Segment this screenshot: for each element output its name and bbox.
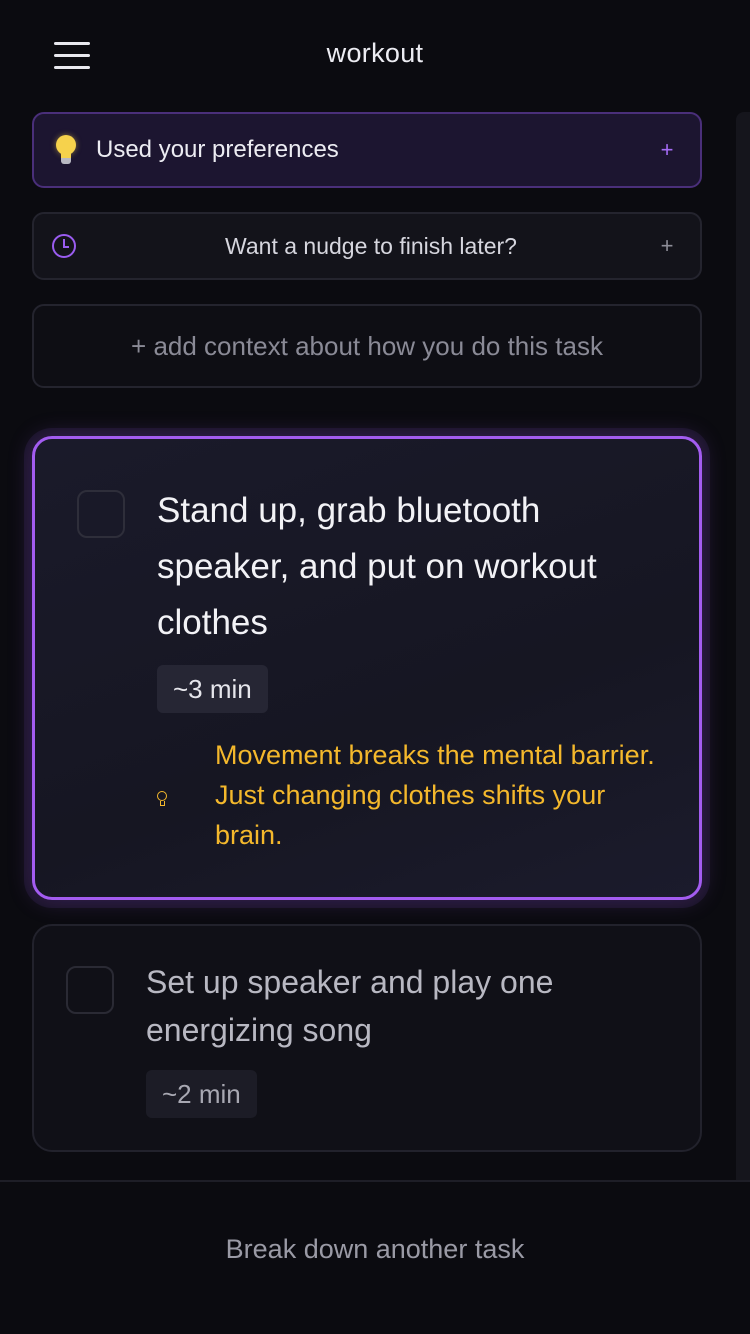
task-card-active[interactable]: Stand up, grab bluetooth speaker, and pu… — [32, 436, 702, 900]
break-down-another-task-button[interactable]: Break down another task — [0, 1234, 750, 1265]
scrollbar[interactable] — [736, 112, 750, 1180]
app-screen: workout Used your preferences + Want a n… — [0, 0, 750, 1334]
task-card[interactable]: Set up speaker and play one energizing s… — [32, 924, 702, 1152]
time-estimate-badge: ~2 min — [146, 1070, 257, 1118]
time-estimate-badge: ~3 min — [157, 665, 268, 713]
clock-icon — [52, 234, 76, 258]
lightbulb-outline-icon — [155, 791, 169, 809]
page-title: workout — [326, 38, 424, 68]
nudge-expand-button[interactable]: + — [656, 233, 678, 259]
task-tip: Movement breaks the mental barrier. Just… — [215, 740, 655, 850]
nudge-label: Want a nudge to finish later? — [225, 232, 517, 259]
preferences-banner[interactable]: Used your preferences + — [32, 112, 702, 188]
task-text: Set up speaker and play one energizing s… — [146, 964, 554, 1048]
lightbulb-icon — [54, 135, 78, 165]
task-checkbox[interactable] — [77, 490, 125, 538]
task-checkbox[interactable] — [66, 966, 114, 1014]
preferences-expand-button[interactable]: + — [656, 137, 678, 163]
add-context-button[interactable]: + add context about how you do this task — [32, 304, 702, 388]
nudge-banner[interactable]: Want a nudge to finish later? + — [32, 212, 702, 280]
bottom-bar: Break down another task — [0, 1180, 750, 1334]
header: workout — [0, 0, 750, 112]
task-text: Stand up, grab bluetooth speaker, and pu… — [157, 491, 597, 642]
preferences-label: Used your preferences — [96, 136, 339, 163]
